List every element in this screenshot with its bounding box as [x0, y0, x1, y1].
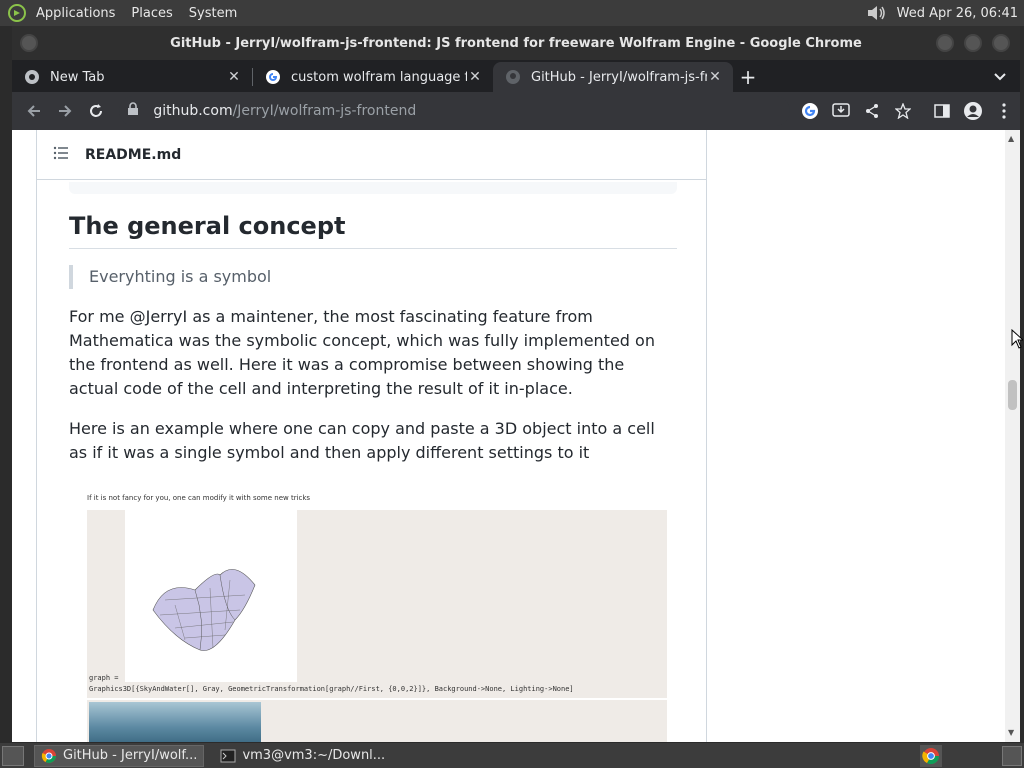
readme-panel: README.md The general concept Everyhting…	[36, 130, 707, 742]
forward-button[interactable]	[49, 95, 80, 127]
close-tab-icon[interactable]: ✕	[226, 69, 242, 85]
top-panel: Applications Places System Wed Apr 26, 0…	[0, 0, 1024, 26]
close-tab-icon[interactable]: ✕	[707, 69, 723, 85]
bookmark-star-icon[interactable]	[888, 95, 919, 127]
taskbar-item-label: vm3@vm3:~/Downl...	[242, 748, 386, 763]
scroll-down-arrow-icon[interactable]: ▼	[1008, 728, 1014, 737]
applications-menu[interactable]: Applications	[28, 6, 123, 21]
page-scrollbar[interactable]: ▲ ▼	[1005, 130, 1020, 742]
url-path: /JerryI/wolfram-js-frontend	[232, 103, 417, 119]
taskbar-item-label: GitHub - JerryI/wolf...	[63, 748, 198, 763]
url-host: github.com	[153, 103, 233, 119]
table-of-contents-icon[interactable]	[53, 146, 69, 164]
places-menu[interactable]: Places	[123, 6, 180, 21]
taskbar-item-terminal[interactable]: vm3@vm3:~/Downl...	[214, 745, 391, 767]
window-title: GitHub - JerryI/wolfram-js-frontend: JS …	[170, 35, 862, 51]
share-icon[interactable]	[856, 95, 887, 127]
mouse-cursor-icon	[1011, 328, 1024, 349]
close-tab-icon[interactable]: ✕	[467, 69, 483, 85]
system-menu[interactable]: System	[181, 6, 245, 21]
demo-screenshot-image[interactable]: If it is not fancy for you, one can modi…	[87, 490, 667, 742]
taskbar: GitHub - JerryI/wolf... vm3@vm3:~/Downl.…	[0, 743, 1024, 768]
scrollbar-thumb[interactable]	[1008, 380, 1017, 410]
tab-new-tab[interactable]: New Tab ✕	[12, 62, 252, 92]
maximize-button[interactable]	[964, 34, 982, 52]
new-tab-button[interactable]: +	[733, 62, 763, 92]
google-lens-icon[interactable]	[794, 95, 825, 127]
sky-and-water-image	[89, 702, 261, 742]
clock[interactable]: Wed Apr 26, 06:41	[897, 6, 1018, 21]
chrome-tray-icon[interactable]	[920, 744, 942, 767]
terminal-icon	[220, 749, 236, 762]
chrome-icon	[25, 70, 39, 84]
workspace-switcher[interactable]	[1002, 745, 1022, 766]
tab-strip: New Tab ✕ custom wolfram language fro ✕ …	[12, 60, 1020, 92]
paragraph: Here is an example where one can copy an…	[69, 419, 655, 462]
close-window-button[interactable]	[992, 34, 1010, 52]
chrome-menu-icon[interactable]	[989, 95, 1020, 127]
scroll-up-arrow-icon[interactable]: ▲	[1008, 134, 1014, 143]
profile-avatar-icon[interactable]	[958, 95, 989, 127]
blockquote: Everyhting is a symbol	[69, 265, 677, 289]
taskbar-item-chrome[interactable]: GitHub - JerryI/wolf...	[34, 744, 205, 767]
tab-github[interactable]: GitHub - JerryI/wolfram-js-fro ✕	[493, 62, 733, 92]
code-block-bottom	[69, 182, 677, 194]
distro-logo-icon[interactable]	[6, 2, 28, 24]
github-icon	[506, 70, 520, 84]
address-bar[interactable]: github.com/JerryI/wolfram-js-frontend	[119, 96, 791, 126]
tab-google-search[interactable]: custom wolfram language fro ✕	[253, 62, 493, 92]
readme-filename[interactable]: README.md	[85, 147, 181, 163]
paragraph: For me @JerryI as a maintener, the most …	[69, 307, 655, 398]
tab-label: custom wolfram language fro	[291, 69, 467, 85]
chrome-icon	[41, 748, 56, 763]
volume-icon[interactable]	[865, 3, 887, 23]
minimize-button[interactable]	[936, 34, 954, 52]
section-heading: The general concept	[69, 212, 677, 249]
tab-search-chevron-icon[interactable]	[980, 62, 1020, 92]
window-titlebar[interactable]: GitHub - JerryI/wolfram-js-frontend: JS …	[12, 26, 1020, 60]
readme-header: README.md	[37, 130, 706, 180]
show-desktop-button[interactable]	[2, 745, 24, 766]
web-page: README.md The general concept Everyhting…	[12, 130, 1005, 742]
install-app-icon[interactable]	[825, 95, 856, 127]
readme-article: The general concept Everyhting is a symb…	[69, 212, 677, 481]
tab-label: GitHub - JerryI/wolfram-js-fro	[531, 69, 707, 85]
reload-button[interactable]	[80, 95, 111, 127]
browser-toolbar: github.com/JerryI/wolfram-js-frontend	[12, 92, 1020, 130]
lock-icon[interactable]	[127, 102, 147, 120]
tab-label: New Tab	[50, 69, 105, 85]
back-button[interactable]	[18, 95, 49, 127]
code-line: Graphics3D[{SkyAndWater[], Gray, Geometr…	[89, 685, 574, 693]
side-panel-icon[interactable]	[927, 95, 958, 127]
window-menu-icon[interactable]	[20, 34, 38, 52]
3d-surface-plot	[125, 510, 297, 682]
screenshot-caption: If it is not fancy for you, one can modi…	[87, 494, 311, 502]
google-icon	[266, 70, 280, 84]
code-line: graph =	[89, 674, 119, 682]
